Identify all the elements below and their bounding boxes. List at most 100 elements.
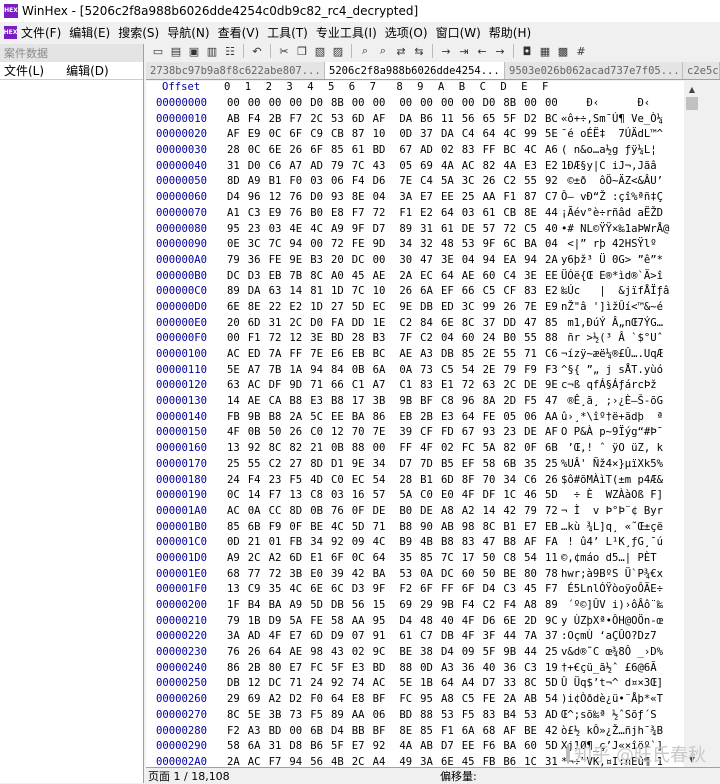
- row-ascii[interactable]: ‰Úc | &jïfÅÏƒâ: [555, 284, 680, 300]
- row-hex-bytes[interactable]: 14 AE CA B8 E3 B8 17 3B 9B BF C8 96 8A 2D F5 47: [219, 394, 558, 410]
- row-hex-bytes[interactable]: 76 26 64 AE 98 43 02 9C BE 38 D4 09 5F 9B 44 25: [219, 645, 558, 661]
- menu-tools[interactable]: 工具(T): [267, 24, 308, 41]
- row-hex-bytes[interactable]: 6E 8E 22 E2 1D 27 5D EC 9E DB ED 3C 99 26 7E E9: [219, 300, 558, 316]
- menu-file[interactable]: 文件(F): [21, 24, 61, 41]
- paste-icon[interactable]: ▧: [312, 43, 328, 59]
- row-hex-bytes[interactable]: D4 96 12 76 D0 93 8E 04 3A E7 EE 25 AA F1 87 C7: [219, 190, 558, 206]
- undo-icon[interactable]: ↶: [249, 43, 265, 59]
- row-hex-bytes[interactable]: 28 0C 6E 26 6F 85 61 BD 67 AD 02 83 FF BC 4C A6: [219, 143, 558, 159]
- row-ascii[interactable]: ñr >½(³ Â `$°Uˆ: [555, 331, 680, 347]
- cut-icon[interactable]: ✂: [276, 43, 292, 59]
- tab-file-9503[interactable]: 9503e026b062acad737e7f05...: [505, 62, 683, 79]
- open-folder-icon[interactable]: ▤: [168, 43, 184, 59]
- row-hex-bytes[interactable]: 25 55 C2 27 8D D1 9E 34 D7 7D B5 EF 58 6B 35 25: [219, 457, 558, 473]
- row-hex-bytes[interactable]: 13 92 8C 82 21 0B 88 00 FF 4F 02 FC 5A 82 0F 6B: [219, 441, 558, 457]
- row-hex-bytes[interactable]: 86 2B 80 E7 FC 5F E3 BD 88 0D A3 36 40 36 C3 19: [219, 661, 558, 677]
- row-ascii[interactable]: Ð‹ Ð‹: [555, 96, 680, 112]
- row-hex-bytes[interactable]: AF E9 0C 6F C9 CB 87 10 0D 37 DA C4 64 4C 99 5E: [219, 127, 558, 143]
- replace-text-icon[interactable]: ⇄: [393, 43, 409, 59]
- row-ascii[interactable]: ^§{ ”„ j sÅT.yùó: [555, 363, 680, 379]
- row-ascii[interactable]: O P&À p~9Ïýg“#Þ¯: [555, 425, 680, 441]
- menu-options[interactable]: 选项(O): [385, 24, 428, 41]
- menu-specialist-tools[interactable]: 专业工具(I): [316, 24, 377, 41]
- row-ascii[interactable]: •# NL©ŸŸ×‰1aÞWrÅ@: [555, 222, 680, 238]
- case-file-menu[interactable]: 文件(L): [4, 62, 44, 79]
- menu-window[interactable]: 窗口(W): [436, 24, 481, 41]
- row-hex-bytes[interactable]: 5E A7 7B 1A 94 84 0B 6A 0A 73 C5 54 2E 79 F9 F3: [219, 363, 558, 379]
- row-hex-bytes[interactable]: A9 2C A2 6D E1 6F 0C 64 35 85 7C 17 50 C8 54 11: [219, 551, 558, 567]
- row-hex-bytes[interactable]: AC 0A CC 8D 0B 76 0F DE B0 DE A8 A2 14 42 79 72: [219, 504, 558, 520]
- menu-edit[interactable]: 编辑(E): [69, 24, 110, 41]
- row-hex-bytes[interactable]: 85 6B F9 0F BE 4C 5D 71 B8 90 AB 98 8C B1 E7 EB: [219, 520, 558, 536]
- row-ascii[interactable]: ( n&o…a½g­ ƒÿ¼L¦: [555, 143, 680, 159]
- row-ascii[interactable]: †+€çü_ã½ˆ £6@6Ã: [555, 661, 680, 677]
- goto-page-icon[interactable]: ⇥: [456, 43, 472, 59]
- row-ascii[interactable]: ò£½ kÔ»¿Ž…ñjh¯¾B: [555, 724, 680, 740]
- row-hex-bytes[interactable]: 2A AC F7 94 56 4B 2C A4 49 3A 6E 45 FB B6 1C 31: [219, 755, 558, 767]
- row-hex-bytes[interactable]: AC ED 7A FF 7E E6 EB BC AE A3 DB 85 2E 55 71 C6: [219, 347, 558, 363]
- row-hex-bytes[interactable]: A1 C3 E9 76 B0 E8 F7 72 F1 E2 64 03 61 CB 8E 44: [219, 206, 558, 222]
- forward-icon[interactable]: →: [492, 43, 508, 59]
- menu-view[interactable]: 查看(V): [218, 24, 260, 41]
- row-hex-bytes[interactable]: 00 F1 72 12 3E BD 28 B3 7F C2 04 60 24 B0 55 88: [219, 331, 558, 347]
- row-ascii[interactable]: ! û4’ L¹K¸ƒG¸¯ú: [555, 535, 680, 551]
- row-ascii[interactable]: ¬ Ì v Þ°Þ¨¢ Byr: [555, 504, 680, 520]
- row-ascii[interactable]: ÜÓë{Œ E®*ìd®`Ä>î: [555, 269, 680, 285]
- row-ascii[interactable]: …kù ¾L]q¸ «˜Œ±çë: [555, 520, 680, 536]
- paste-special-icon[interactable]: ▨: [330, 43, 346, 59]
- disk-icon[interactable]: ◘: [519, 43, 535, 59]
- row-ascii[interactable]: m1,ÐúÝ Â„nŒ7ÝG…: [555, 316, 680, 332]
- hex-editor[interactable]: Offset 0123456789ABCDEF 00000000 00 00 00 00…: [146, 81, 684, 767]
- row-hex-bytes[interactable]: 13 C9 35 4C 6E 6C D3 9F F2 6F FF 6F D4 C3 45 F7: [219, 582, 558, 598]
- save-icon[interactable]: ▣: [186, 43, 202, 59]
- row-ascii[interactable]: y6þž³ Ü 0G> ”ê”*: [555, 253, 680, 269]
- menu-help[interactable]: 帮助(H): [489, 24, 531, 41]
- row-ascii[interactable]: )i¢Òðdè¿ü•¨Åþ*«T: [555, 692, 680, 708]
- row-hex-bytes[interactable]: 3A AD 4F E7 6D D9 07 91 61 C7 DB 4F 3F 44 7A 37: [219, 629, 558, 645]
- menu-navigation[interactable]: 导航(N): [167, 24, 209, 41]
- row-hex-bytes[interactable]: 1F B4 BA A9 5D DB 56 15 69 29 9B F4 C2 F4 A8 89: [219, 598, 558, 614]
- row-hex-bytes[interactable]: 20 6D 31 2C D0 FA DD 1E C2 84 6E 8C 37 DD 47 85: [219, 316, 558, 332]
- row-ascii[interactable]: ´º©]ÛV i)›ôÂô¨‰: [555, 598, 680, 614]
- row-ascii[interactable]: hwr;à9BºS Ü`P¾€x: [555, 567, 680, 583]
- row-hex-bytes[interactable]: 58 6A 31 D8 B6 5F E7 92 4A AB D7 EE F6 BA 60 5D: [219, 739, 558, 755]
- row-ascii[interactable]: ¯é oÉË‡ 7ÚÄdL™^: [555, 127, 680, 143]
- row-ascii[interactable]: É5LnlÓŸòoÿoÔÃE÷: [555, 582, 680, 598]
- row-hex-bytes[interactable]: 29 69 A2 D2 F0 64 E8 BF FC 95 A8 C5 FE 2A AB 54: [219, 692, 558, 708]
- row-ascii[interactable]: ®Ê¸ã¸ ;›¿È–Š-õG: [555, 394, 680, 410]
- properties-icon[interactable]: ☷: [222, 43, 238, 59]
- row-hex-bytes[interactable]: 8C 5E 3B 73 F5 89 AA 06 BD 88 53 F5 83 B4 53 AD: [219, 708, 558, 724]
- row-ascii[interactable]: û›¸*\îº†ë+ãdþ ª: [555, 410, 680, 426]
- case-edit-menu[interactable]: 编辑(D): [66, 62, 109, 79]
- row-hex-bytes[interactable]: 89 DA 63 14 81 1D 7C 10 26 6A EF 66 C5 CF 83 E2: [219, 284, 558, 300]
- row-hex-bytes[interactable]: DC D3 EB 7B 8C A0 45 AE 2A EC 64 AE 60 C4 3E EE: [219, 269, 558, 285]
- scroll-up-icon[interactable]: ▲: [684, 81, 700, 97]
- row-hex-bytes[interactable]: 31 D0 C6 A7 AD 79 7C 43 05 69 4A AC 82 4A E3 E2: [219, 159, 558, 175]
- row-hex-bytes[interactable]: DB 12 DC 71 24 92 74 AC 5E 1B 64 A4 D7 33 8C 5D: [219, 676, 558, 692]
- copy-icon[interactable]: ❐: [294, 43, 310, 59]
- row-hex-bytes[interactable]: AB F4 2B F7 2C 53 6D AF DA B6 11 56 65 5F D2 BC: [219, 112, 558, 128]
- row-hex-bytes[interactable]: 0C 14 F7 13 C8 03 16 57 5A C0 E0 4F DF 1C 46 5D: [219, 488, 558, 504]
- goto-offset-icon[interactable]: →: [438, 43, 454, 59]
- row-ascii[interactable]: «ô+÷,Sm¯Ú¶ Ve_Ò¼: [555, 112, 680, 128]
- row-ascii[interactable]: ÷ È WZÀàOß F]: [555, 488, 680, 504]
- tab-file-5206[interactable]: 5206c2f8a988b6026dde4254...: [325, 62, 505, 79]
- row-ascii[interactable]: ©,¢máo d5…| PÈT: [555, 551, 680, 567]
- vertical-scrollbar[interactable]: ▲ ▼: [684, 81, 700, 767]
- row-hex-bytes[interactable]: 24 F4 23 F5 4D C0 EC 54 28 B1 6D 8F 70 34 C6 26: [219, 473, 558, 489]
- row-hex-bytes[interactable]: F2 A3 BD 00 6B D4 BB BF 8E 85 F1 6A 68 AF BE 42: [219, 724, 558, 740]
- row-hex-bytes[interactable]: 0D 21 01 FB 34 92 09 4C B9 4B B8 83 47 B8 AF FA: [219, 535, 558, 551]
- new-file-icon[interactable]: ▭: [150, 43, 166, 59]
- row-ascii[interactable]: ¬ízÿ~æë¼®£Û….UqÆ: [555, 347, 680, 363]
- find-text-icon[interactable]: ⌕: [357, 43, 373, 59]
- row-hex-bytes[interactable]: 00 00 00 00 D0 8B 00 00 00 00 00 00 D0 8B 00 00: [219, 96, 558, 112]
- row-hex-bytes[interactable]: 79 1B D9 5A FE 58 AA 95 D4 48 40 4F D6 6E 2D 9C: [219, 614, 558, 630]
- row-ascii[interactable]: ¡Ãév°è÷rñâd aËŽD: [555, 206, 680, 222]
- row-hex-bytes[interactable]: 4F 0B 50 26 C0 12 70 7E 39 CF FD 67 93 23 DE AF: [219, 425, 558, 441]
- row-ascii[interactable]: ©±ð ôÖ~ÄZ<&ÂU’: [555, 174, 680, 190]
- row-ascii[interactable]: ’Œ‚! ˆ ÿO üZ‚ k: [555, 441, 680, 457]
- back-icon[interactable]: ←: [474, 43, 490, 59]
- scrollbar-thumb[interactable]: [686, 97, 698, 110]
- row-hex-bytes[interactable]: 68 77 72 3B E0 39 42 BA 53 0A DC 60 50 BE 80 78: [219, 567, 558, 583]
- row-ascii[interactable]: v&d®˜C œ¾8Ô _›D%: [555, 645, 680, 661]
